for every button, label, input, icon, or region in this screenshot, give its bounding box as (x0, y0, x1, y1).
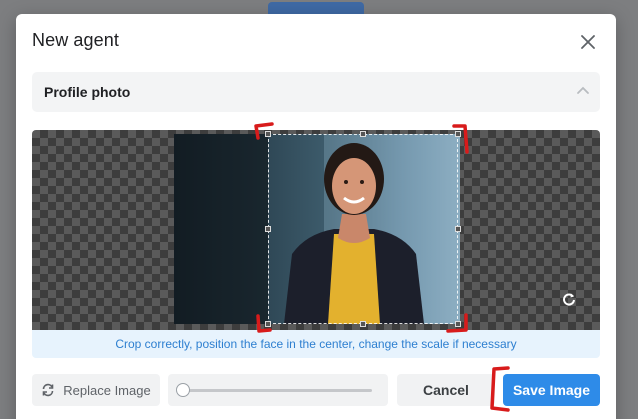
crop-handle-right[interactable] (455, 226, 461, 232)
cancel-button[interactable]: Cancel (397, 374, 495, 406)
crop-handle-bottom-left[interactable] (265, 321, 271, 327)
image-cropper[interactable] (32, 130, 600, 330)
replace-image-button[interactable]: Replace Image (32, 374, 160, 406)
rotate-icon (563, 293, 575, 306)
section-title: Profile photo (44, 84, 131, 100)
crop-hint-text: Crop correctly, position the face in the… (115, 337, 517, 351)
cancel-label: Cancel (423, 382, 469, 398)
crop-handle-bottom-right[interactable] (455, 321, 461, 327)
close-icon (581, 35, 595, 49)
zoom-slider[interactable] (168, 374, 388, 406)
crop-handle-top-left[interactable] (265, 131, 271, 137)
outside-crop-overlay (174, 134, 268, 324)
dialog-title: New agent (32, 30, 119, 50)
rotate-button[interactable] (560, 290, 578, 308)
crop-handle-top-right[interactable] (455, 131, 461, 137)
zoom-slider-thumb[interactable] (176, 383, 190, 397)
new-agent-dialog: New agent Profile photo Crop correctly, … (16, 14, 616, 419)
profile-photo-section-header[interactable]: Profile photo (32, 72, 600, 112)
replace-image-label: Replace Image (63, 382, 151, 398)
crop-selection[interactable] (265, 131, 461, 327)
refresh-icon (42, 383, 54, 397)
close-button[interactable] (578, 32, 598, 52)
crop-handle-bottom[interactable] (360, 321, 366, 327)
crop-handle-left[interactable] (265, 226, 271, 232)
crop-handle-top[interactable] (360, 131, 366, 137)
chevron-up-icon[interactable] (576, 84, 590, 98)
save-image-label: Save Image (512, 382, 591, 398)
save-image-button[interactable]: Save Image (503, 374, 600, 406)
zoom-slider-track[interactable] (180, 389, 372, 392)
crop-hint: Crop correctly, position the face in the… (32, 330, 600, 358)
